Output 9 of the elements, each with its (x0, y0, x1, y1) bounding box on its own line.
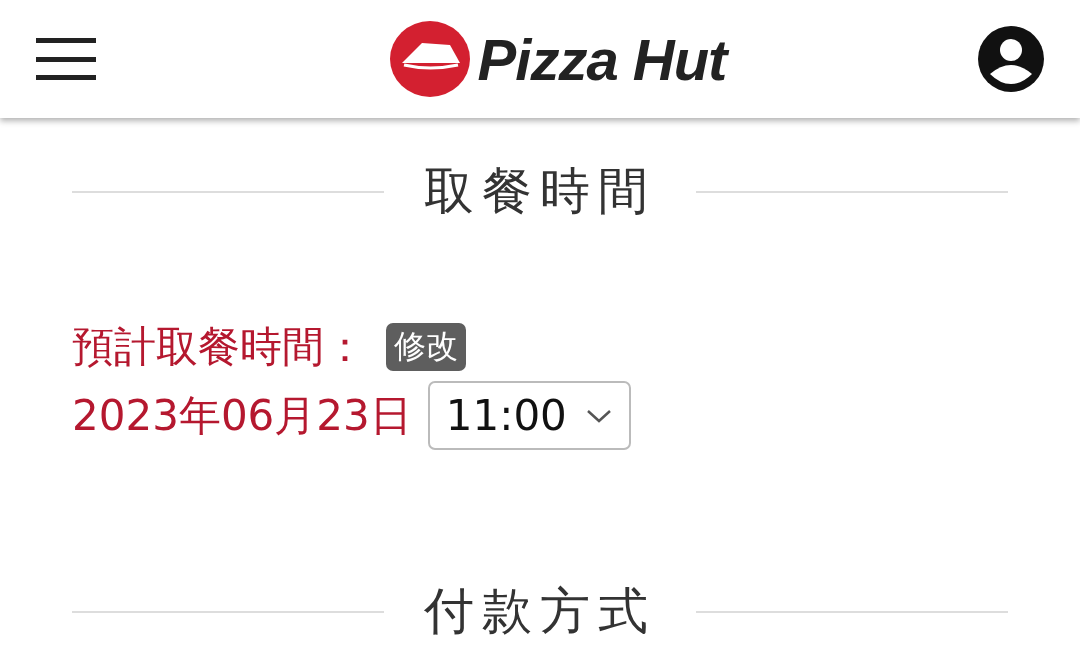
time-select[interactable]: 11:00 (427, 381, 631, 450)
section-title: 取餐時間 (424, 161, 656, 222)
menu-icon[interactable] (36, 38, 96, 80)
pickup-date: 2023年06月23日 (72, 389, 412, 442)
account-icon[interactable] (978, 26, 1044, 92)
edit-button[interactable]: 修改 (386, 323, 466, 371)
section-title: 付款方式 (424, 581, 656, 642)
pickup-time-label: 預計取餐時間： (72, 321, 366, 373)
roof-logo-icon (387, 19, 472, 99)
